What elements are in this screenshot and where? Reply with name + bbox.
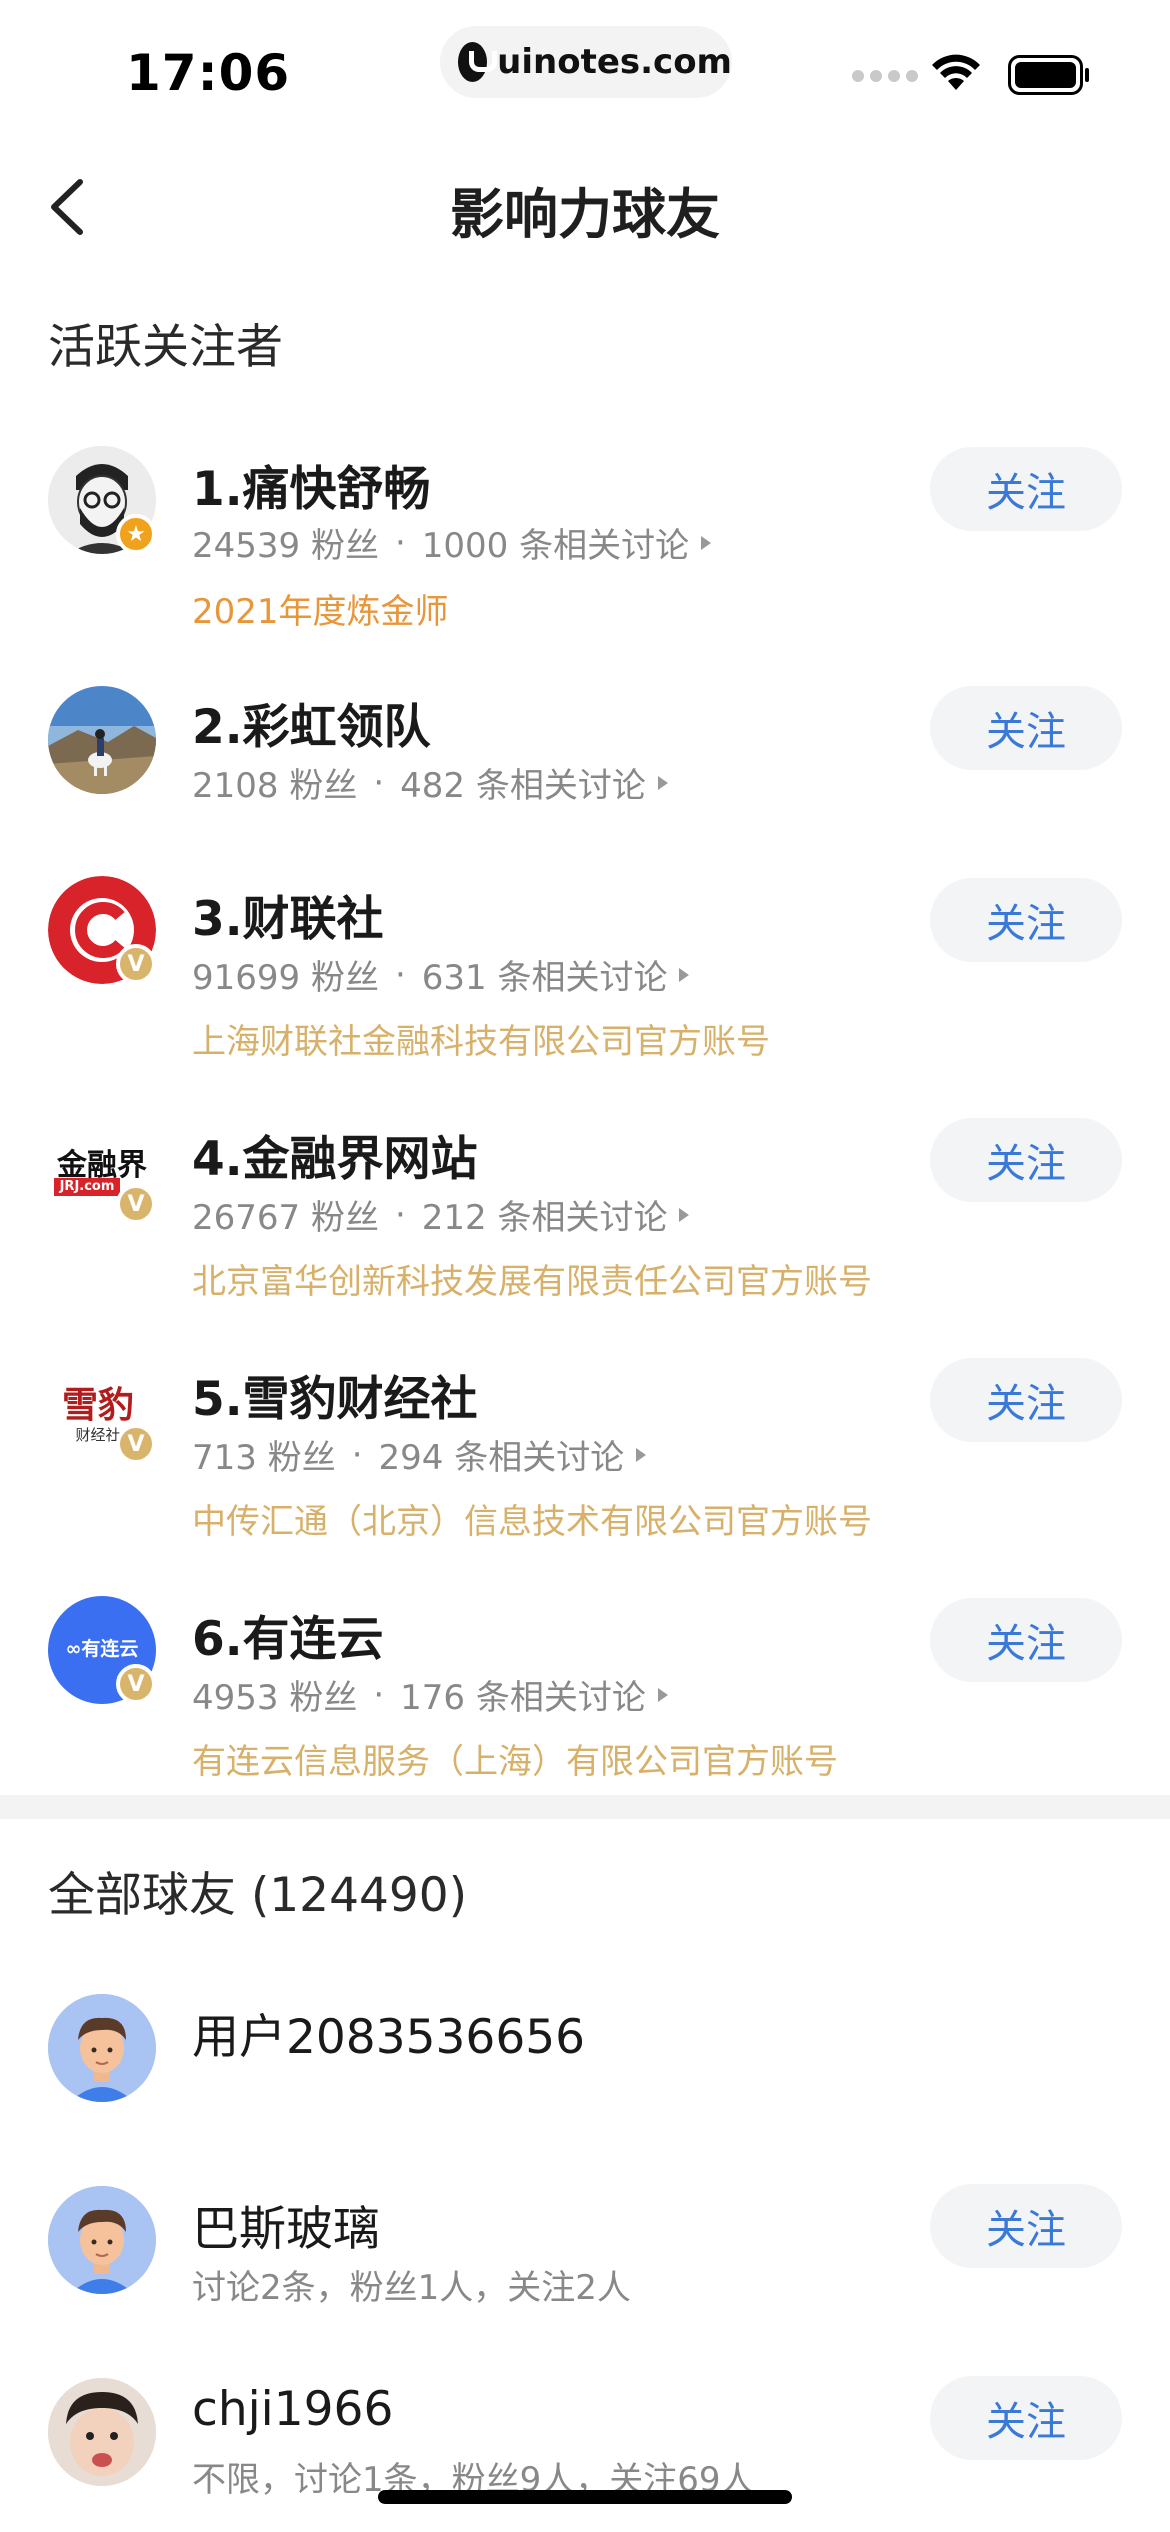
follow-button[interactable]: 关注: [930, 2184, 1122, 2268]
triangle-right-icon: [679, 967, 690, 982]
avatar: [48, 1994, 156, 2102]
youlianyun-logo-text: ∞有连云: [65, 1638, 139, 1660]
verification-text: 上海财联社金融科技有限公司官方账号: [192, 1022, 770, 1062]
separator-dot: ·: [351, 1434, 363, 1475]
separator-dot: ·: [373, 762, 385, 803]
fans-count: 4953 粉丝: [192, 1678, 358, 1718]
verified-badge-icon: V: [116, 1424, 156, 1464]
discussion-count: 482 条相关讨论: [400, 766, 646, 806]
user-stats[interactable]: 713 粉丝 · 294 条相关讨论: [192, 1430, 647, 1479]
triangle-right-icon: [657, 775, 668, 790]
wifi-icon: [932, 54, 980, 90]
verification-text: 北京富华创新科技发展有限责任公司官方账号: [192, 1262, 872, 1302]
user-stats[interactable]: 4953 粉丝 · 176 条相关讨论: [192, 1670, 668, 1719]
user-stats[interactable]: 24539 粉丝 · 1000 条相关讨论: [192, 518, 712, 567]
discussion-count: 631 条相关讨论: [421, 958, 668, 998]
follow-button[interactable]: 关注: [930, 2376, 1122, 2460]
section-title-active-followers: 活跃关注者: [48, 320, 283, 375]
fans-count: 2108 粉丝: [192, 766, 358, 806]
user-description: 讨论2条，粉丝1人，关注2人: [192, 2268, 631, 2308]
verified-badge-icon: V: [116, 944, 156, 984]
avatar: [48, 2186, 156, 2294]
fans-count: 26767 粉丝: [192, 1198, 379, 1238]
fans-count: 713 粉丝: [192, 1438, 336, 1478]
section-divider: [0, 1795, 1170, 1819]
battery-icon: [1008, 55, 1089, 95]
avatar: [48, 2378, 156, 2486]
nav-bar: 影响力球友: [0, 140, 1170, 270]
page-title: 影响力球友: [450, 183, 720, 246]
user-name: 巴斯玻璃: [192, 2202, 380, 2257]
url-pill[interactable]: uinotes.com: [440, 26, 732, 98]
verification-text: 中传汇通（北京）信息技术有限公司官方账号: [192, 1502, 872, 1542]
avatar: [48, 686, 156, 794]
user-name: 用户2083536656: [192, 2010, 586, 2065]
user-name: 1.痛快舒畅: [192, 462, 431, 517]
status-time: 17:06: [126, 44, 291, 102]
star-badge-icon: ★: [116, 514, 156, 554]
triangle-right-icon: [657, 1687, 668, 1702]
separator-dot: ·: [394, 522, 406, 563]
triangle-right-icon: [636, 1447, 647, 1462]
user-title-badge: 2021年度炼金师: [192, 592, 449, 632]
follow-button[interactable]: 关注: [930, 878, 1122, 962]
user-name: 3.财联社: [192, 892, 384, 947]
verified-badge-icon: V: [116, 1184, 156, 1224]
user-name: 6.有连云: [192, 1612, 384, 1667]
cellular-signal-icon: [852, 70, 918, 82]
follow-button[interactable]: 关注: [930, 686, 1122, 770]
user-name: chji1966: [192, 2382, 394, 2437]
home-indicator[interactable]: [378, 2490, 792, 2504]
follow-button[interactable]: 关注: [930, 1598, 1122, 1682]
triangle-right-icon: [701, 535, 712, 550]
user-name: 2.彩虹领队: [192, 700, 431, 755]
jrj-logo-sub: JRJ.com: [54, 1178, 120, 1196]
verification-text: 有连云信息服务（上海）有限公司官方账号: [192, 1742, 838, 1782]
url-text: uinotes.com: [497, 42, 732, 82]
separator-dot: ·: [373, 1674, 385, 1715]
section-title-all-members: 全部球友 (124490): [48, 1868, 468, 1923]
user-name: 4.金融界网站: [192, 1132, 478, 1187]
follow-button[interactable]: 关注: [930, 447, 1122, 531]
fans-count: 24539 粉丝: [192, 526, 379, 566]
follow-button[interactable]: 关注: [930, 1118, 1122, 1202]
discussion-count: 1000 条相关讨论: [421, 526, 690, 566]
discussion-count: 176 条相关讨论: [400, 1678, 646, 1718]
follow-button[interactable]: 关注: [930, 1358, 1122, 1442]
site-logo-icon: [458, 42, 498, 82]
xuebao-logo-text: 雪豹: [61, 1384, 134, 1426]
verified-badge-icon: V: [116, 1664, 156, 1704]
separator-dot: ·: [394, 1194, 406, 1235]
status-bar: 17:06 uinotes.com: [0, 0, 1170, 140]
user-stats[interactable]: 26767 粉丝 · 212 条相关讨论: [192, 1190, 690, 1239]
discussion-count: 212 条相关讨论: [421, 1198, 668, 1238]
separator-dot: ·: [394, 954, 406, 995]
triangle-right-icon: [679, 1207, 690, 1222]
fans-count: 91699 粉丝: [192, 958, 379, 998]
user-name: 5.雪豹财经社: [192, 1372, 478, 1427]
discussion-count: 294 条相关讨论: [378, 1438, 625, 1478]
user-stats[interactable]: 91699 粉丝 · 631 条相关讨论: [192, 950, 690, 999]
user-stats[interactable]: 2108 粉丝 · 482 条相关讨论: [192, 758, 668, 807]
